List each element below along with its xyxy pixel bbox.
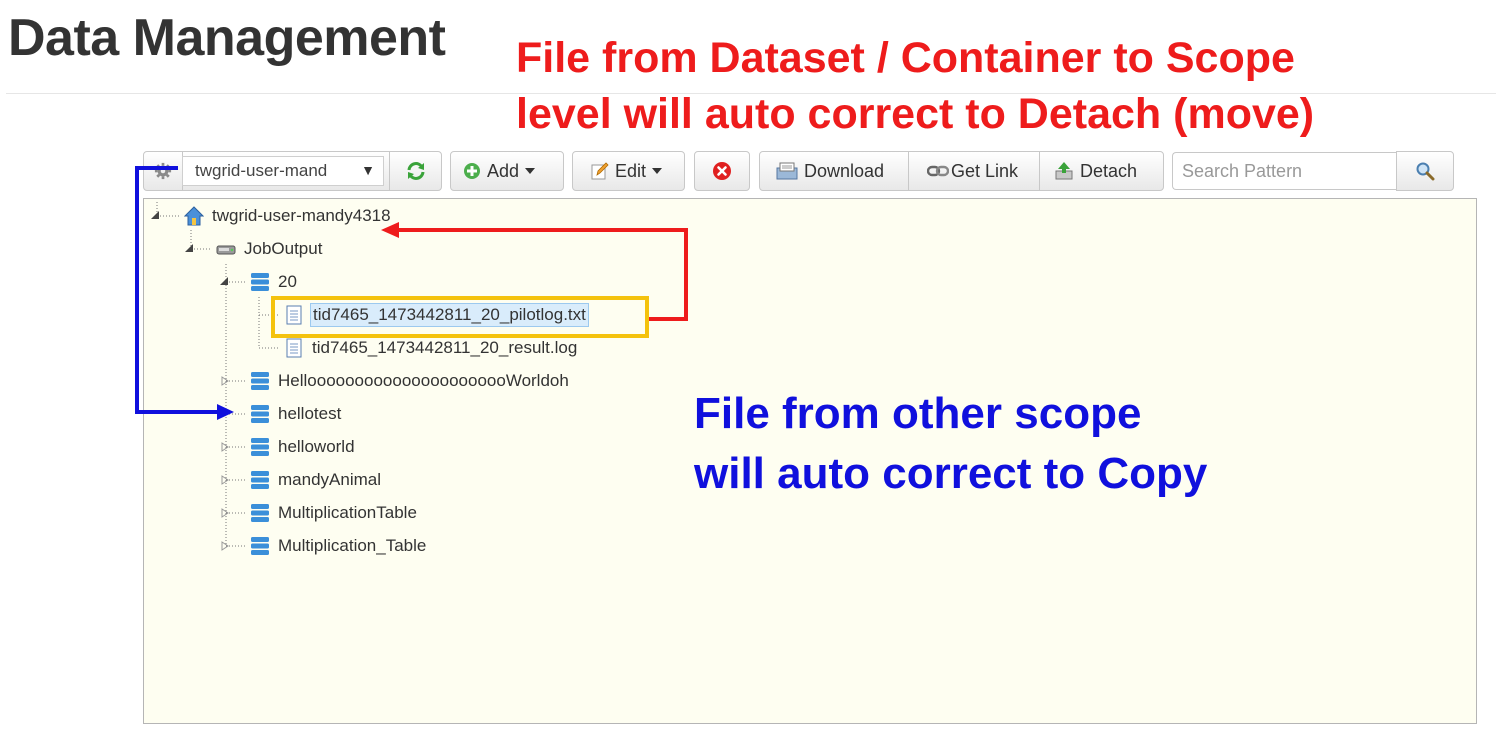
- tree-node-label: HelloooooooooooooooooooooWorldoh: [278, 371, 569, 390]
- detach-button-label: Detach: [1080, 160, 1138, 181]
- copy-annotation-line1: File from other scope: [694, 389, 1142, 438]
- download-icon: [776, 162, 798, 180]
- get-link-button[interactable]: Get Link: [908, 152, 1039, 190]
- database-icon: [251, 504, 269, 522]
- tree-node-dataset[interactable]: MultiplicationTable: [250, 500, 419, 526]
- tree-node-dataset[interactable]: helloworld: [250, 434, 357, 460]
- file-icon: [286, 338, 302, 358]
- tree-node-label: MultiplicationTable: [278, 503, 417, 522]
- copy-annotation: File from other scope will auto correct …: [694, 384, 1207, 504]
- scope-select[interactable]: twgrid-user-mand ▼: [182, 156, 384, 186]
- tree-node-container[interactable]: JobOutput: [216, 236, 324, 262]
- pencil-icon: [591, 162, 609, 180]
- delete-icon: [713, 162, 731, 180]
- edit-button[interactable]: Edit: [572, 151, 685, 191]
- tree-node-file-result[interactable]: tid7465_1473442811_20_result.log: [284, 335, 579, 361]
- detach-button[interactable]: Detach: [1039, 152, 1163, 190]
- tree-node-dataset[interactable]: mandyAnimal: [250, 467, 383, 493]
- get-link-button-label: Get Link: [951, 160, 1019, 181]
- delete-button[interactable]: [694, 151, 750, 191]
- refresh-icon: [407, 162, 425, 180]
- edit-button-label: Edit: [615, 160, 647, 181]
- page-title: Data Management: [8, 9, 446, 67]
- download-button[interactable]: Download: [760, 152, 908, 190]
- tree-node-label: twgrid-user-mandy4318: [212, 206, 391, 225]
- tree-node-dataset[interactable]: HelloooooooooooooooooooooWorldoh: [250, 368, 571, 394]
- refresh-button[interactable]: [389, 152, 441, 190]
- plus-circle-icon: [464, 163, 480, 179]
- tree-node-root[interactable]: twgrid-user-mandy4318: [184, 203, 393, 229]
- tree-node-dataset-20[interactable]: 20: [250, 269, 299, 295]
- home-icon: [184, 206, 204, 226]
- add-button[interactable]: Add: [450, 151, 564, 191]
- tree-node-label: Multiplication_Table: [278, 536, 427, 555]
- detach-icon: [1055, 162, 1073, 180]
- database-icon: [251, 537, 269, 555]
- tree-node-dataset[interactable]: hellotest: [250, 401, 343, 427]
- add-button-label: Add: [487, 160, 520, 181]
- tree-node-label: tid7465_1473442811_20_result.log: [312, 338, 578, 357]
- link-icon: [927, 165, 949, 177]
- tree-node-dataset[interactable]: Multiplication_Table: [250, 533, 428, 559]
- detach-annotation-line1: File from Dataset / Container to Scope: [516, 34, 1295, 82]
- detach-annotation: File from Dataset / Container to Scope l…: [516, 30, 1314, 142]
- tree-node-label: JobOutput: [244, 239, 323, 258]
- search-input[interactable]: [1172, 152, 1396, 190]
- dropdown-arrow-icon: ▼: [361, 162, 375, 178]
- tree-node-label: helloworld: [278, 437, 355, 456]
- database-icon: [251, 273, 269, 291]
- settings-button[interactable]: [144, 152, 182, 190]
- tree-node-label: mandyAnimal: [278, 470, 381, 489]
- scope-select-value: twgrid-user-mand: [195, 161, 328, 180]
- database-icon: [251, 471, 269, 489]
- database-icon: [251, 405, 269, 423]
- drive-icon: [216, 245, 236, 255]
- caret-icon: [525, 168, 536, 174]
- selection-highlight-frame: [271, 296, 649, 338]
- file-actions-group: Download Get Link Detach: [759, 151, 1164, 191]
- copy-annotation-line2: will auto correct to Copy: [694, 449, 1208, 498]
- search-icon: [1416, 162, 1435, 181]
- download-button-label: Download: [804, 160, 885, 181]
- search-button[interactable]: [1396, 151, 1454, 191]
- gear-icon: [154, 162, 172, 180]
- tree-node-label: hellotest: [278, 404, 342, 423]
- tree-node-label: 20: [278, 272, 297, 291]
- database-icon: [251, 372, 269, 390]
- caret-icon: [652, 168, 663, 174]
- database-icon: [251, 438, 269, 456]
- detach-annotation-line2: level will auto correct to Detach (move): [516, 90, 1315, 138]
